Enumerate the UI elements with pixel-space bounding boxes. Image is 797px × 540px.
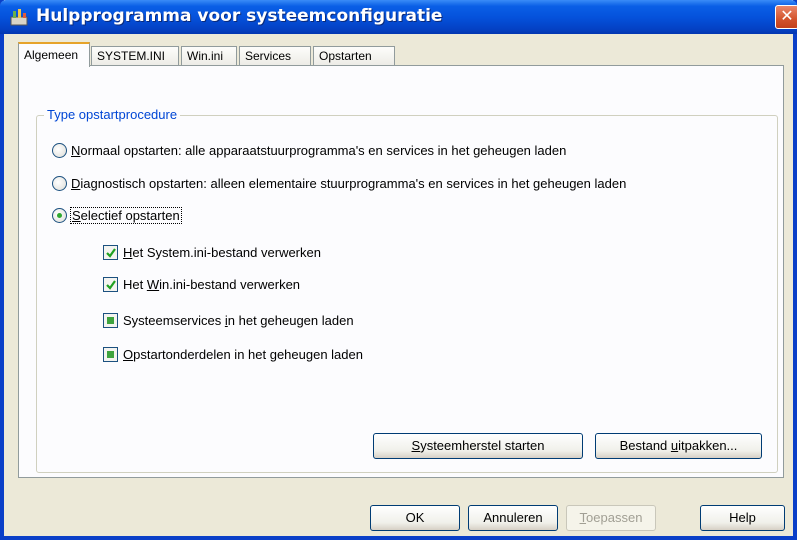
ok-button[interactable]: OK <box>370 505 460 531</box>
radio-circle[interactable] <box>52 143 67 158</box>
startup-type-group <box>36 115 778 473</box>
checkbox-system-ini[interactable]: Het System.ini-bestand verwerken <box>103 245 321 260</box>
startup-type-group-title: Type opstartprocedure <box>44 107 181 122</box>
checkmark-icon <box>106 248 116 258</box>
radio-diagnostic-label: Diagnostisch opstarten: alleen elementai… <box>71 176 627 191</box>
cancel-button[interactable]: Annuleren <box>468 505 558 531</box>
checkbox-win-ini[interactable]: Het Win.ini-bestand verwerken <box>103 277 300 292</box>
radio-circle[interactable] <box>52 176 67 191</box>
checkbox-system-services[interactable]: Systeemservices in het geheugen laden <box>103 313 354 328</box>
close-button[interactable]: ✕ <box>775 5 797 29</box>
checkbox-system-services-label: Systeemservices in het geheugen laden <box>123 313 354 328</box>
checkmark-icon <box>106 280 116 290</box>
extract-file-button[interactable]: Bestand uitpakken... <box>595 433 762 459</box>
radio-diagnostic-startup[interactable]: Diagnostisch opstarten: alleen elementai… <box>52 176 626 191</box>
checkbox-box[interactable] <box>103 277 118 292</box>
tab-algemeen[interactable]: Algemeen <box>18 42 90 67</box>
radio-selective-label: Selectief opstarten <box>70 207 182 224</box>
radio-circle-selected[interactable] <box>52 208 67 223</box>
checkbox-startup-items[interactable]: Opstartonderdelen in het geheugen laden <box>103 347 363 362</box>
checkbox-startup-items-label: Opstartonderdelen in het geheugen laden <box>123 347 363 362</box>
tab-services[interactable]: Services <box>239 46 311 66</box>
window-title: Hulpprogramma voor systeemconfiguratie <box>36 6 443 26</box>
apply-button[interactable]: Toepassen <box>566 505 656 531</box>
title-bar[interactable]: Hulpprogramma voor systeemconfiguratie <box>0 0 797 34</box>
tab-system-ini[interactable]: SYSTEM.INI <box>91 46 179 66</box>
radio-selective-startup[interactable]: Selectief opstarten <box>52 207 182 224</box>
checkbox-system-ini-label: Het System.ini-bestand verwerken <box>123 245 321 260</box>
radio-normal-startup[interactable]: Normaal opstarten: alle apparaatstuurpro… <box>52 143 566 158</box>
help-button[interactable]: Help <box>700 505 785 531</box>
tab-opstarten[interactable]: Opstarten <box>313 46 395 66</box>
close-icon: ✕ <box>780 8 794 25</box>
tab-win-ini[interactable]: Win.ini <box>181 46 237 66</box>
checkbox-win-ini-label: Het Win.ini-bestand verwerken <box>123 277 301 292</box>
checkbox-box[interactable] <box>103 245 118 260</box>
msconfig-app-icon <box>10 9 28 26</box>
system-restore-button[interactable]: Systeemherstel starten <box>373 433 583 459</box>
radio-normal-label: Normaal opstarten: alle apparaatstuurpro… <box>71 143 567 158</box>
checkbox-box-indeterminate[interactable] <box>103 313 118 328</box>
checkbox-box-indeterminate[interactable] <box>103 347 118 362</box>
